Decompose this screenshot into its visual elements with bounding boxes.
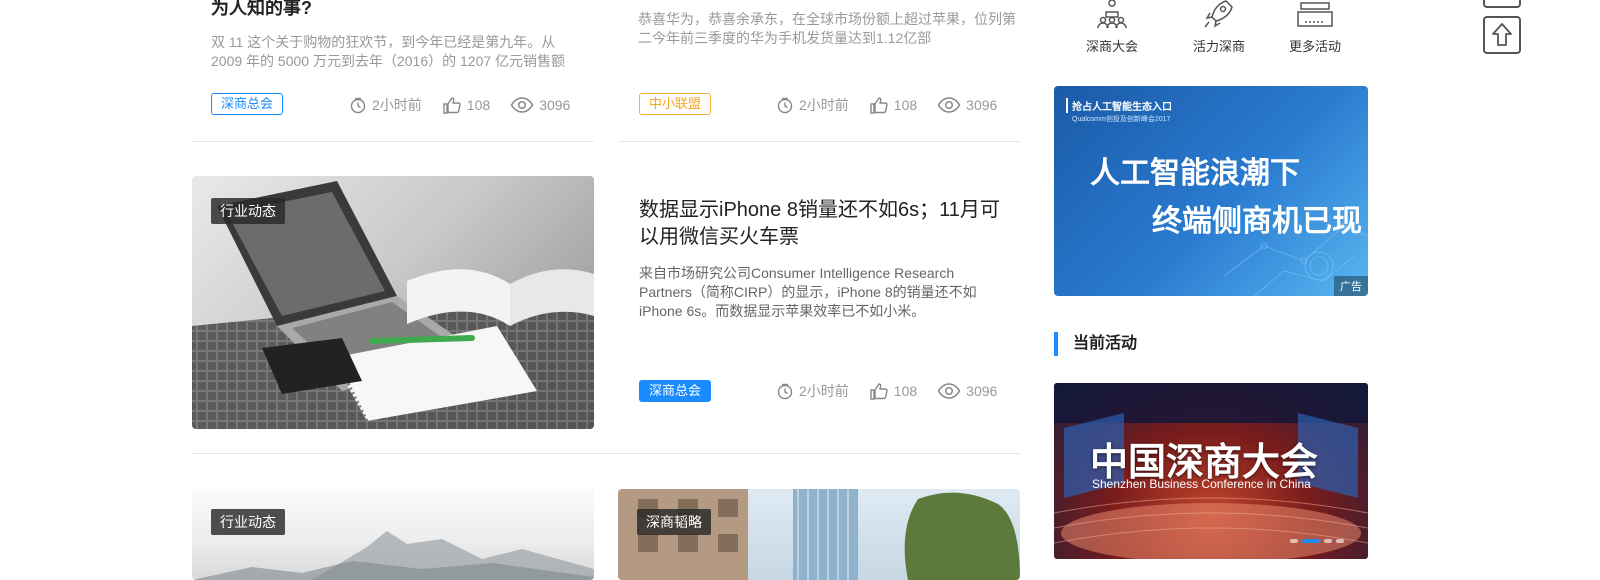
quick-link-vitality[interactable]: 活力深商 xyxy=(1184,0,1254,55)
rocket-icon xyxy=(1204,0,1233,28)
article-meta: 2小时前 108 3096 xyxy=(776,95,997,115)
views-group: 3096 xyxy=(937,96,997,114)
time-text: 2小时前 xyxy=(799,97,849,113)
eye-icon xyxy=(937,97,961,113)
arrow-up-icon xyxy=(1492,23,1512,46)
views-count: 3096 xyxy=(539,97,571,113)
carousel-dot[interactable] xyxy=(1290,539,1298,543)
article-thumbnail[interactable]: 深商韬略 xyxy=(618,489,1020,580)
quick-link-conference[interactable]: 深商大会 xyxy=(1077,0,1147,55)
likes-group[interactable]: 108 xyxy=(869,96,917,114)
article-tag[interactable]: 深商总会 xyxy=(639,380,712,402)
views-count: 3096 xyxy=(966,383,998,399)
time-group: 2小时前 xyxy=(776,95,849,115)
divider xyxy=(618,141,1020,142)
divider xyxy=(192,141,594,142)
views-group: 3096 xyxy=(937,382,997,400)
carousel-indicators xyxy=(1290,539,1348,543)
conference-icon xyxy=(1097,0,1127,29)
article-meta: 2小时前 108 3096 xyxy=(349,95,570,115)
article-meta: 2小时前 108 3096 xyxy=(776,381,997,401)
category-label[interactable]: 行业动态 xyxy=(211,198,285,224)
likes-group[interactable]: 108 xyxy=(869,382,917,400)
article-title[interactable]: 数据显示iPhone 8销量还不如6s；11月可以用微信买火车票 xyxy=(639,197,1009,251)
likes-count: 108 xyxy=(893,97,918,113)
category-label[interactable]: 行业动态 xyxy=(211,509,285,535)
likes-group[interactable]: 108 xyxy=(442,96,490,114)
carousel-dot[interactable] xyxy=(1324,539,1332,543)
likes-count: 108 xyxy=(893,383,918,399)
time-group: 2小时前 xyxy=(349,95,422,115)
thumbs-up-icon xyxy=(870,383,888,400)
quick-link-label: 深商大会 xyxy=(1085,39,1138,54)
ad-banner[interactable]: 抢占人工智能生态入口 Qualcomm创投及创新峰会2017 人工智能浪潮下 终… xyxy=(1054,86,1368,296)
views-count: 3096 xyxy=(966,97,998,113)
ad-subtitle: Qualcomm创投及创新峰会2017 xyxy=(1072,116,1171,123)
eye-icon xyxy=(937,383,961,399)
article-excerpt: 双 11 这个关于购物的狂欢节，到今年已经是第九年。从 2009 年的 5000… xyxy=(211,34,566,69)
ad-badge: 广告 xyxy=(1334,276,1368,296)
clock-icon xyxy=(350,97,366,114)
ad-small-title: 抢占人工智能生态入口 xyxy=(1066,98,1172,113)
section-title: 当前活动 xyxy=(1054,332,1137,356)
category-label[interactable]: 深商韬略 xyxy=(637,509,711,535)
quick-link-more-activities[interactable]: 更多活动 xyxy=(1280,0,1350,55)
quick-link-label: 活力深商 xyxy=(1192,39,1245,54)
clock-icon xyxy=(777,97,793,114)
carousel-dot[interactable] xyxy=(1336,539,1344,543)
article-thumbnail[interactable]: 行业动态 xyxy=(192,176,594,429)
event-banner[interactable]: 中国深商大会 Shenzhen Business Conference in C… xyxy=(1054,383,1368,559)
article-thumbnail[interactable]: 行业动态 xyxy=(192,489,594,580)
ad-headline-line1: 人工智能浪潮下 xyxy=(1090,157,1300,190)
article-excerpt: 恭喜华为，恭喜余承东，在全球市场份额上超过苹果，位列第二今年前三季度的华为手机发… xyxy=(638,11,1016,46)
views-group: 3096 xyxy=(510,96,570,114)
article-tag[interactable]: 深商总会 xyxy=(211,93,284,115)
time-text: 2小时前 xyxy=(372,97,422,113)
divider xyxy=(192,453,1020,454)
time-group: 2小时前 xyxy=(776,381,849,401)
side-float-button[interactable] xyxy=(1483,0,1521,8)
quick-link-label: 更多活动 xyxy=(1288,39,1341,54)
thumbs-up-icon xyxy=(443,97,461,114)
carousel-dot-active[interactable] xyxy=(1302,539,1320,543)
likes-count: 108 xyxy=(466,97,491,113)
article-title[interactable]: 为人知的事? xyxy=(211,0,312,20)
event-subtitle: Shenzhen Business Conference in China xyxy=(1092,477,1311,491)
eye-icon xyxy=(510,97,534,113)
article-excerpt: 来自市场研究公司Consumer Intelligence Research P… xyxy=(639,265,977,319)
ad-headline-line2: 终端侧商机已现 xyxy=(1152,205,1362,238)
clock-icon xyxy=(777,383,793,400)
more-activities-icon xyxy=(1297,2,1333,27)
back-to-top-button[interactable] xyxy=(1483,16,1521,54)
article-tag[interactable]: 中小联盟 xyxy=(639,93,712,115)
thumbs-up-icon xyxy=(870,97,888,114)
time-text: 2小时前 xyxy=(799,383,849,399)
